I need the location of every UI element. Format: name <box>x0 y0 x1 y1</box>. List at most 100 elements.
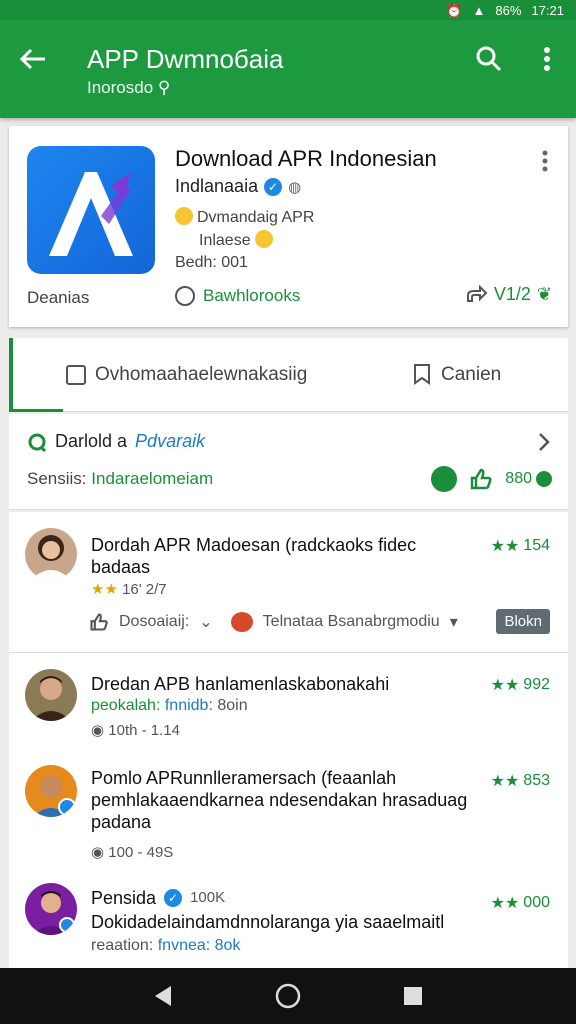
page-subtitle: Inorosdo ⚲ <box>87 78 171 97</box>
section-subtitle: Sensiis: Indaraelomeiam <box>27 469 213 489</box>
review-rating: ★★ 154 <box>491 536 550 556</box>
tab-reviews-label: Canien <box>441 364 502 385</box>
helpful-label[interactable]: Dosoaiaij: <box>119 613 189 631</box>
app-name: Download APR Indonesian <box>175 146 437 171</box>
app-card: Download APR Indonesian Indlanaaia ✓ ◍ D… <box>9 126 568 327</box>
rating-line-2: Inlaese <box>199 232 251 249</box>
avatar[interactable] <box>25 528 77 580</box>
star-icon: ★★ <box>91 581 118 598</box>
developer-row: Indlanaaia ✓ ◍ <box>175 176 301 197</box>
reaction-link[interactable]: fnvnea: 8ok <box>158 937 241 954</box>
thumbs-up-icon[interactable] <box>89 612 109 632</box>
verified-icon: ✓ <box>164 889 183 907</box>
clock-icon <box>175 286 195 306</box>
star-icon: ★★ <box>490 677 520 694</box>
build-info: Bedh: 001 <box>175 254 248 271</box>
review-title: Pomlo APRunnlleramersach (feaanlah pemhl… <box>91 768 468 832</box>
review-rating: ★★ 853 <box>491 771 550 791</box>
review-rating-value: 853 <box>523 772 550 789</box>
developer-name[interactable]: Indlanaaia <box>175 176 258 197</box>
review-tag-blue[interactable]: fnnidb: <box>165 697 213 714</box>
follower-count: 100K <box>190 889 226 906</box>
tab-indicator-underline <box>9 409 63 412</box>
avatar[interactable] <box>25 883 77 935</box>
section-title-text: Darlold a <box>55 431 128 451</box>
alarm-icon: ⏰ <box>446 2 463 18</box>
more-vert-icon[interactable] <box>532 42 562 76</box>
share-icon <box>466 284 488 302</box>
apple-icon <box>230 612 253 632</box>
review-rating-value: 992 <box>523 676 550 693</box>
reply-label[interactable]: Telnataa Bsanabrgmodiu <box>263 613 440 631</box>
avatar[interactable] <box>25 669 77 721</box>
score-badge: 880 <box>505 470 552 488</box>
review-title: Dordah APR Madoesan (radckaoks fidec bad… <box>91 535 417 577</box>
sync-icon[interactable] <box>431 466 458 492</box>
section-title: Darlold a Pdvaraik <box>27 431 205 452</box>
category-label: Deanias <box>27 288 90 307</box>
device-icon: ◉ <box>91 722 105 739</box>
review-rating-value: 000 <box>523 894 550 911</box>
review-list: Dordah APR Madoesan (radckaoks fidec bad… <box>9 512 568 968</box>
dropdown-arrow-icon[interactable]: ▾ <box>450 612 458 632</box>
tab-overview[interactable]: Ovhomaahaelewnakasiig <box>65 338 307 412</box>
review-rating: ★★ 000 <box>491 893 550 913</box>
review-item[interactable]: Dordah APR Madoesan (radckaoks fidec bad… <box>9 512 568 653</box>
star-icon: ★★ <box>490 773 520 790</box>
page-title: APP Dwmnoбaia <box>87 44 284 74</box>
review-tag-green: peokalah: <box>91 697 161 714</box>
bookmark-icon <box>414 364 430 385</box>
review-body: Dokidadelaindamdnnolaranga yia saaelmait… <box>91 912 445 932</box>
back-arrow-icon[interactable] <box>16 42 50 76</box>
download-section[interactable]: Darlold a Pdvaraik Sensiis: Indaraelomei… <box>9 414 568 510</box>
app-icon[interactable] <box>27 146 155 274</box>
feature-label: Bawhlorooks <box>203 286 301 305</box>
tab-reviews[interactable]: Canien <box>411 338 501 412</box>
rating-line-1: Dvmandaig APR <box>197 209 315 226</box>
app-bar: APP Dwmnoбaia Inorosdo ⚲ <box>0 20 576 118</box>
review-rating: ★★ 992 <box>491 675 550 695</box>
avatar[interactable] <box>25 765 77 817</box>
battery-level: 86% <box>495 2 522 18</box>
star-icon: ★★ <box>490 538 520 555</box>
share-button[interactable]: V1/2 ❦ <box>466 284 552 305</box>
globe-icon: ◍ <box>288 178 302 196</box>
block-button[interactable]: Blokn <box>496 609 550 634</box>
review-meta: ★★ 16' 2/7 <box>91 580 167 598</box>
chevron-right-icon[interactable] <box>536 432 552 452</box>
nav-home-icon[interactable] <box>273 981 303 1011</box>
review-meta: ◉ 100 - 49S <box>91 843 173 861</box>
section-sub-label: Sensiis: <box>27 469 87 488</box>
divider <box>9 652 568 653</box>
section-icons: 880 <box>431 466 552 492</box>
reviewer-name: Pensida <box>91 888 157 908</box>
verified-icon: ✓ <box>264 177 283 196</box>
more-vert-icon[interactable] <box>536 148 554 174</box>
page-subtitle-text: Inorosdo <box>87 78 154 97</box>
review-meta-text: 16' 2/7 <box>122 581 167 598</box>
review-item[interactable]: Pomlo APRunnlleramersach (feaanlah pemhl… <box>9 753 568 873</box>
reaction-label: reaation: <box>91 937 154 954</box>
nav-back-icon[interactable] <box>148 981 178 1011</box>
check-circle-icon <box>536 471 552 487</box>
review-meta-text: 10th - 1.14 <box>108 722 180 739</box>
nav-recents-icon[interactable] <box>398 981 428 1011</box>
reviewer-name-row: Pensida ✓ 100K <box>91 887 225 909</box>
section-title-link[interactable]: Pdvaraik <box>135 431 205 452</box>
rating-info: Dvmandaig APR Inlaese <box>175 206 314 252</box>
score-value: 880 <box>505 470 532 487</box>
feature-link[interactable]: Bawhlorooks <box>175 286 300 306</box>
review-item[interactable]: Pensida ✓ 100K ★★ 000 Dokidadelaindamdnn… <box>9 873 568 968</box>
tab-overview-label: Ovhomaahaelewnakasiig <box>95 364 308 385</box>
chevron-down-icon[interactable]: ⌄ <box>199 612 212 632</box>
system-nav-bar <box>0 968 576 1024</box>
chat-bubble-icon <box>28 433 47 452</box>
signal-icon: ▲ <box>472 2 486 18</box>
share-count: V1/2 <box>493 284 531 304</box>
thumbs-up-icon[interactable] <box>469 467 493 491</box>
leaf-icon: ❦ <box>536 284 552 304</box>
review-item[interactable]: Dredan APB hanlamenlaskabonakahi ★★ 992 … <box>9 653 568 753</box>
search-icon[interactable] <box>472 42 506 76</box>
status-bar: ⏰ ▲ 86% 17:21 <box>0 0 576 20</box>
review-actions: Dosoaiaij: ⌄ Telnataa Bsanabrgmodiu ▾ <box>89 612 458 632</box>
